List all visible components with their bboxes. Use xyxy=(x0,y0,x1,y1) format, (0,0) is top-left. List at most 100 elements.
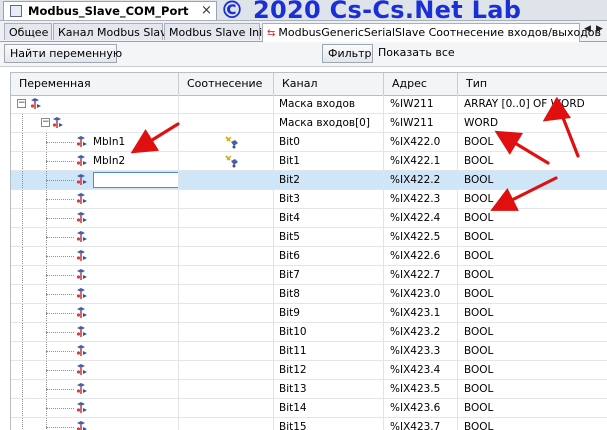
cell-variable[interactable]: MbIn1 xyxy=(11,133,179,151)
cell-channel: Маска входов xyxy=(274,95,384,113)
column-header-variable[interactable]: Переменная xyxy=(11,73,179,95)
tab-general[interactable]: Общее xyxy=(4,23,52,40)
table-row[interactable]: Bit4 %IX422.4 BOOL xyxy=(11,209,607,228)
cell-variable[interactable]: MbIn2 xyxy=(11,152,179,170)
cell-channel: Маска входов[0] xyxy=(274,114,384,132)
tab-scroll-right-icon[interactable]: ▶ xyxy=(596,24,603,34)
cell-mapping[interactable] xyxy=(179,304,274,322)
cell-address: %IX423.6 xyxy=(384,399,458,417)
cell-mapping[interactable] xyxy=(179,228,274,246)
cell-variable[interactable] xyxy=(11,399,179,417)
cell-address: %IX423.7 xyxy=(384,418,458,430)
cell-type: BOOL xyxy=(464,307,494,319)
cell-variable[interactable] xyxy=(11,209,179,227)
column-header-address[interactable]: Адрес xyxy=(384,73,458,95)
cell-mapping[interactable] xyxy=(179,95,274,113)
table-row[interactable]: Bit6 %IX422.6 BOOL xyxy=(11,247,607,266)
cell-variable[interactable] xyxy=(11,171,179,189)
cell-channel: Bit14 xyxy=(274,399,384,417)
cell-variable[interactable] xyxy=(11,247,179,265)
cell-type: BOOL xyxy=(464,364,494,376)
cell-mapping[interactable] xyxy=(179,190,274,208)
cell-address: %IX422.1 xyxy=(384,152,458,170)
cell-mapping[interactable] xyxy=(179,285,274,303)
variable-name: MbIn2 xyxy=(93,155,126,167)
table-row[interactable]: Bit12 %IX423.4 BOOL xyxy=(11,361,607,380)
filter-button[interactable]: Фильтр xyxy=(322,44,373,63)
table-row[interactable]: Bit11 %IX423.3 BOOL xyxy=(11,342,607,361)
cell-variable[interactable] xyxy=(11,266,179,284)
table-row[interactable]: Bit5 %IX422.5 BOOL xyxy=(11,228,607,247)
cell-variable[interactable] xyxy=(11,190,179,208)
cell-mapping[interactable] xyxy=(179,171,274,189)
find-variable-button[interactable]: Найти переменную xyxy=(4,44,122,63)
close-icon[interactable]: × xyxy=(201,3,212,18)
cell-channel: Bit1 xyxy=(274,152,384,170)
variable-mapping-icon xyxy=(75,306,89,320)
cell-variable[interactable] xyxy=(11,323,179,341)
cell-mapping[interactable] xyxy=(179,114,274,132)
cell-channel: Bit0 xyxy=(274,133,384,151)
table-row[interactable]: Bit9 %IX423.1 BOOL xyxy=(11,304,607,323)
cell-mapping[interactable] xyxy=(179,361,274,379)
variable-mapping-icon xyxy=(75,173,89,187)
table-row[interactable]: MbIn1 Bit0 %IX422.0 BOOL xyxy=(11,133,607,152)
table-row[interactable]: Bit7 %IX422.7 BOOL xyxy=(11,266,607,285)
cell-variable[interactable] xyxy=(11,418,179,430)
cell-mapping[interactable] xyxy=(179,152,274,170)
cell-variable[interactable] xyxy=(11,342,179,360)
table-row[interactable]: Bit10 %IX423.2 BOOL xyxy=(11,323,607,342)
cell-type: BOOL xyxy=(464,269,494,281)
cell-channel: Bit9 xyxy=(274,304,384,322)
cell-mapping[interactable] xyxy=(179,209,274,227)
cell-mapping[interactable] xyxy=(179,323,274,341)
document-tab[interactable]: Modbus_Slave_COM_Port × xyxy=(3,1,217,20)
cell-channel: Bit2 xyxy=(274,171,384,189)
minus-expander-icon[interactable]: − xyxy=(17,99,26,108)
cell-mapping[interactable] xyxy=(179,266,274,284)
tab-modbus-slave-init[interactable]: Modbus Slave Init xyxy=(164,23,267,40)
variable-mapping-icon xyxy=(75,401,89,415)
cell-mapping[interactable] xyxy=(179,133,274,151)
cell-variable[interactable]: − xyxy=(11,114,179,132)
variable-edit-field[interactable] xyxy=(93,172,178,188)
table-row[interactable]: Bit3 %IX422.3 BOOL xyxy=(11,190,607,209)
column-header-type[interactable]: Тип xyxy=(458,73,607,95)
cell-type: BOOL xyxy=(464,193,494,205)
table-row[interactable]: MbIn2 Bit1 %IX422.1 BOOL xyxy=(11,152,607,171)
cell-mapping[interactable] xyxy=(179,247,274,265)
cell-address: %IW211 xyxy=(384,114,458,132)
cell-address: %IX423.3 xyxy=(384,342,458,360)
tab-scroll-left-icon[interactable]: ◀ xyxy=(584,24,591,34)
table-row[interactable]: Bit13 %IX423.5 BOOL xyxy=(11,380,607,399)
column-header-channel[interactable]: Канал xyxy=(274,73,384,95)
cell-address: %IW211 xyxy=(384,95,458,113)
column-header-mapping[interactable]: Соотнесение xyxy=(179,73,274,95)
variable-mapping-icon xyxy=(75,154,89,168)
table-row[interactable]: Bit14 %IX423.6 BOOL xyxy=(11,399,607,418)
cell-type: BOOL xyxy=(464,288,494,300)
cell-channel: Bit8 xyxy=(274,285,384,303)
variable-mapping-icon xyxy=(51,116,65,130)
cell-variable[interactable] xyxy=(11,285,179,303)
tab-modbus-slave-channel[interactable]: Канал Modbus Slave xyxy=(53,23,173,40)
cell-mapping[interactable] xyxy=(179,399,274,417)
cell-mapping[interactable] xyxy=(179,342,274,360)
cell-variable[interactable] xyxy=(11,380,179,398)
tab-io-mapping[interactable]: ⇆ ModbusGenericSerialSlave Соотнесение вх… xyxy=(262,23,601,42)
cell-mapping[interactable] xyxy=(179,380,274,398)
variable-mapping-icon xyxy=(75,135,89,149)
minus-expander-icon[interactable]: − xyxy=(41,118,50,127)
table-row[interactable]: Bit8 %IX423.0 BOOL xyxy=(11,285,607,304)
cell-variable[interactable] xyxy=(11,361,179,379)
filter-value[interactable]: Показать все xyxy=(378,46,455,59)
cell-variable[interactable]: − xyxy=(11,95,179,113)
cell-type: BOOL xyxy=(464,155,494,167)
table-row[interactable]: Bit2 %IX422.2 BOOL xyxy=(11,171,607,190)
table-row[interactable]: Bit15 %IX423.7 BOOL xyxy=(11,418,607,430)
table-row[interactable]: − Маска входов %IW211 ARRAY [0..0] OF WORD xyxy=(11,95,607,114)
cell-mapping[interactable] xyxy=(179,418,274,430)
cell-variable[interactable] xyxy=(11,228,179,246)
cell-variable[interactable] xyxy=(11,304,179,322)
table-row[interactable]: − Маска входов[0] %IW211 WORD xyxy=(11,114,607,133)
